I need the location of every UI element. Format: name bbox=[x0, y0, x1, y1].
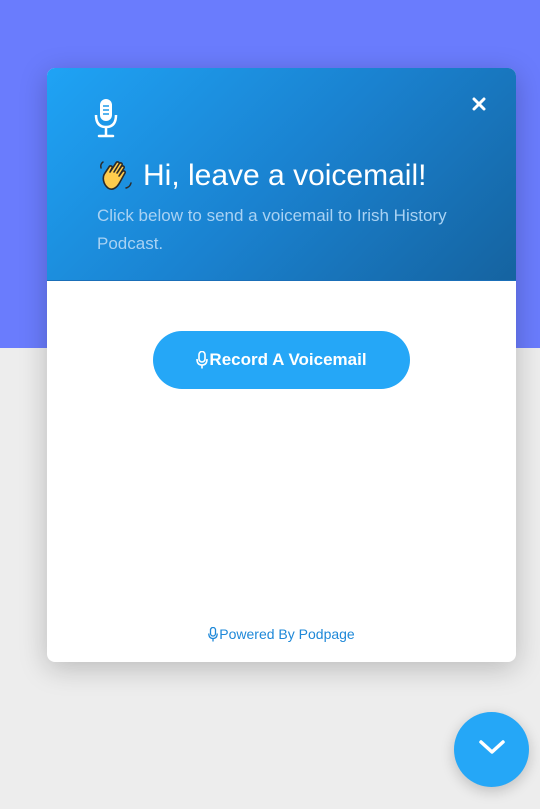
widget-subtitle: Click below to send a voicemail to Irish… bbox=[97, 206, 447, 253]
greeting-text: Hi, leave a voicemail! bbox=[143, 159, 427, 192]
waving-hand-icon bbox=[97, 157, 135, 195]
voicemail-widget: Hi, leave a voicemail! Click below to se… bbox=[47, 68, 516, 662]
microphone-icon bbox=[208, 626, 219, 642]
microphone-icon bbox=[94, 98, 118, 138]
powered-by-text: Powered By Podpage bbox=[219, 626, 355, 642]
record-voicemail-button[interactable]: Record A Voicemail bbox=[153, 331, 410, 389]
widget-header: Hi, leave a voicemail! Click below to se… bbox=[47, 68, 516, 281]
chevron-down-icon bbox=[478, 738, 506, 761]
record-button-label: Record A Voicemail bbox=[209, 350, 367, 369]
powered-by-link[interactable]: Powered By Podpage bbox=[47, 624, 516, 644]
close-button[interactable] bbox=[467, 94, 491, 118]
microphone-icon bbox=[196, 350, 209, 369]
greeting-title: Hi, leave a voicemail! bbox=[97, 156, 497, 196]
widget-toggle-button[interactable] bbox=[454, 712, 529, 787]
close-icon bbox=[472, 97, 486, 116]
